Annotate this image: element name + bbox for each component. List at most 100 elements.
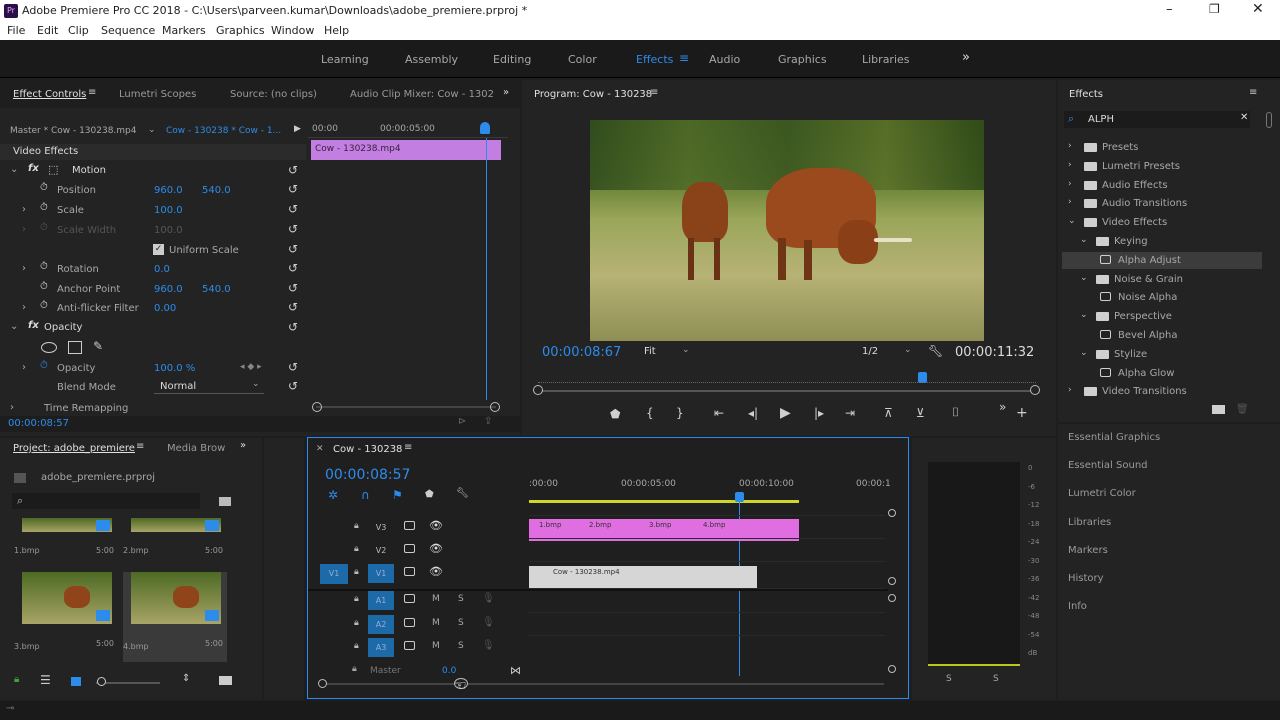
- side-panel-essential-graphics[interactable]: Essential Graphics: [1068, 432, 1160, 443]
- tab-audio-clip-mixer[interactable]: Audio Clip Mixer: Cow - 1302: [350, 89, 494, 100]
- expand-icon[interactable]: ›: [1068, 160, 1072, 170]
- snap-icon[interactable]: ∩: [361, 488, 370, 502]
- track-label-v2[interactable]: V2: [368, 541, 394, 560]
- position-x[interactable]: 960.0: [154, 185, 183, 196]
- menu-help[interactable]: Help: [324, 24, 349, 37]
- reset-icon[interactable]: ↺: [288, 202, 298, 216]
- source-patch-v1[interactable]: V1: [320, 564, 348, 584]
- lock-icon[interactable]: 🔒︎: [354, 618, 359, 628]
- effects-tree-item[interactable]: Alpha Adjust: [1062, 251, 1262, 269]
- collapse-icon[interactable]: ⌄: [1080, 310, 1088, 320]
- expand-icon[interactable]: ›: [1068, 197, 1072, 207]
- step-forward-icon[interactable]: |▸: [814, 406, 824, 420]
- ec-scrollbar[interactable]: [312, 402, 500, 412]
- menu-window[interactable]: Window: [271, 24, 314, 37]
- expand-icon[interactable]: ›: [1068, 141, 1072, 151]
- blend-mode-select[interactable]: Normal ⌄: [154, 379, 264, 394]
- tab-source[interactable]: Source: (no clips): [230, 89, 317, 100]
- effects-tree-item[interactable]: ⌄ Noise & Grain: [1062, 271, 1262, 288]
- playhead-icon[interactable]: [480, 122, 490, 134]
- eye-icon[interactable]: 👁︎: [429, 542, 443, 555]
- menu-graphics[interactable]: Graphics: [216, 24, 265, 37]
- play-icon[interactable]: ▶: [780, 405, 791, 421]
- effects-tree-item[interactable]: ⌄ Perspective: [1062, 308, 1262, 325]
- lock-icon[interactable]: 🔒︎: [354, 544, 359, 554]
- more-workspaces-icon[interactable]: »: [962, 50, 970, 65]
- reset-icon[interactable]: ↺: [288, 300, 298, 314]
- timeline-timecode[interactable]: 00:00:08:57: [325, 467, 410, 483]
- motion-row[interactable]: ⌄ fx ⬚ Motion ↺: [0, 163, 298, 181]
- export-frame-icon[interactable]: ⌷: [952, 405, 959, 420]
- pen-mask-icon[interactable]: ✎: [93, 339, 103, 353]
- effects-tree-item[interactable]: › Audio Effects: [1062, 177, 1262, 194]
- expand-icon[interactable]: ›: [1068, 385, 1072, 395]
- close-icon[interactable]: ✕: [1252, 1, 1264, 17]
- search-input[interactable]: ALPH: [1088, 114, 1114, 125]
- rectangle-mask-icon[interactable]: [68, 341, 82, 354]
- track-label-v3[interactable]: V3: [368, 518, 394, 537]
- side-panel-libraries[interactable]: Libraries: [1068, 517, 1111, 528]
- timeline-hscroll[interactable]: [318, 678, 884, 689]
- expand-icon[interactable]: ›: [1068, 179, 1072, 189]
- opacity-group-row[interactable]: ⌄ fx Opacity ↺: [0, 320, 298, 338]
- new-folder-icon[interactable]: [1212, 405, 1225, 414]
- effects-scrollbar[interactable]: [1266, 112, 1272, 128]
- collapse-icon[interactable]: ⌄: [1068, 216, 1076, 226]
- solo-button[interactable]: S: [458, 618, 464, 628]
- effects-menu-icon[interactable]: ≡: [1249, 87, 1257, 98]
- collapse-icon[interactable]: ⌄: [10, 321, 18, 332]
- sequence-clip-label[interactable]: Cow - 130238 * Cow - 1...: [166, 126, 281, 136]
- program-menu-icon[interactable]: ≡: [650, 87, 658, 98]
- project-item[interactable]: 2.bmp 5:00: [123, 518, 227, 558]
- extract-icon[interactable]: ⊻: [916, 406, 925, 420]
- effects-tree-item[interactable]: ⌄ Stylize: [1062, 346, 1262, 363]
- expand-icon[interactable]: ›: [10, 402, 14, 413]
- go-to-in-icon[interactable]: ⇤: [714, 406, 724, 420]
- lock-icon[interactable]: 🔒︎: [14, 674, 19, 685]
- side-panel-essential-sound[interactable]: Essential Sound: [1068, 460, 1148, 471]
- opacity-value[interactable]: 100.0 %: [154, 363, 195, 374]
- reset-icon[interactable]: ↺: [288, 182, 298, 196]
- reset-icon[interactable]: ↺: [288, 320, 298, 334]
- more-tabs-icon[interactable]: »: [503, 87, 509, 98]
- collapse-icon[interactable]: ⌄: [10, 164, 18, 175]
- list-view-icon[interactable]: ☰: [40, 673, 51, 687]
- fit-select[interactable]: Fit ⌄: [642, 345, 692, 360]
- workspace-audio[interactable]: Audio: [709, 53, 740, 66]
- video-frame[interactable]: [590, 120, 984, 341]
- workspace-menu-icon[interactable]: ≡: [679, 51, 689, 65]
- sync-lock-icon[interactable]: [404, 521, 415, 530]
- add-button-icon[interactable]: +: [1016, 405, 1028, 421]
- reset-icon[interactable]: ↺: [288, 281, 298, 295]
- play-only-icon[interactable]: ▶: [294, 124, 301, 134]
- reset-icon[interactable]: ↺: [288, 261, 298, 275]
- lock-icon[interactable]: 🔒︎: [352, 664, 357, 674]
- stopwatch-icon[interactable]: ⏱: [40, 281, 48, 292]
- effects-tree-item[interactable]: Bevel Alpha: [1062, 327, 1262, 344]
- lift-icon[interactable]: ⊼: [884, 406, 893, 420]
- menu-markers[interactable]: Markers: [162, 24, 206, 37]
- maximize-icon[interactable]: ❐: [1209, 2, 1220, 16]
- mute-button[interactable]: M: [432, 641, 440, 651]
- wrench-icon[interactable]: 🔧︎: [928, 344, 943, 358]
- new-bin-icon[interactable]: [219, 497, 231, 506]
- anchor-x[interactable]: 960.0: [154, 284, 183, 295]
- reset-icon[interactable]: ↺: [288, 222, 298, 236]
- position-y[interactable]: 540.0: [202, 185, 231, 196]
- lock-icon[interactable]: 🔒︎: [354, 521, 359, 531]
- anchor-y[interactable]: 540.0: [202, 284, 231, 295]
- effects-tree-item[interactable]: ⌄ Keying: [1062, 233, 1262, 250]
- more-controls-icon[interactable]: »: [999, 400, 1006, 414]
- sort-icon[interactable]: ⇕: [182, 673, 190, 684]
- project-menu-icon[interactable]: ≡: [136, 441, 144, 452]
- voice-over-icon[interactable]: [404, 594, 415, 603]
- track-label-v1[interactable]: V1: [368, 564, 394, 583]
- stopwatch-icon[interactable]: ⏱: [40, 202, 48, 213]
- timeline-vscroll-mid[interactable]: [888, 577, 896, 585]
- microphone-icon[interactable]: 🎙︎: [482, 640, 495, 651]
- menu-clip[interactable]: Clip: [68, 24, 89, 37]
- program-title[interactable]: Program: Cow - 130238: [534, 89, 652, 100]
- sequence-menu-icon[interactable]: ≡: [404, 442, 412, 453]
- stopwatch-icon[interactable]: ⏱: [40, 360, 48, 371]
- mute-button[interactable]: M: [432, 618, 440, 628]
